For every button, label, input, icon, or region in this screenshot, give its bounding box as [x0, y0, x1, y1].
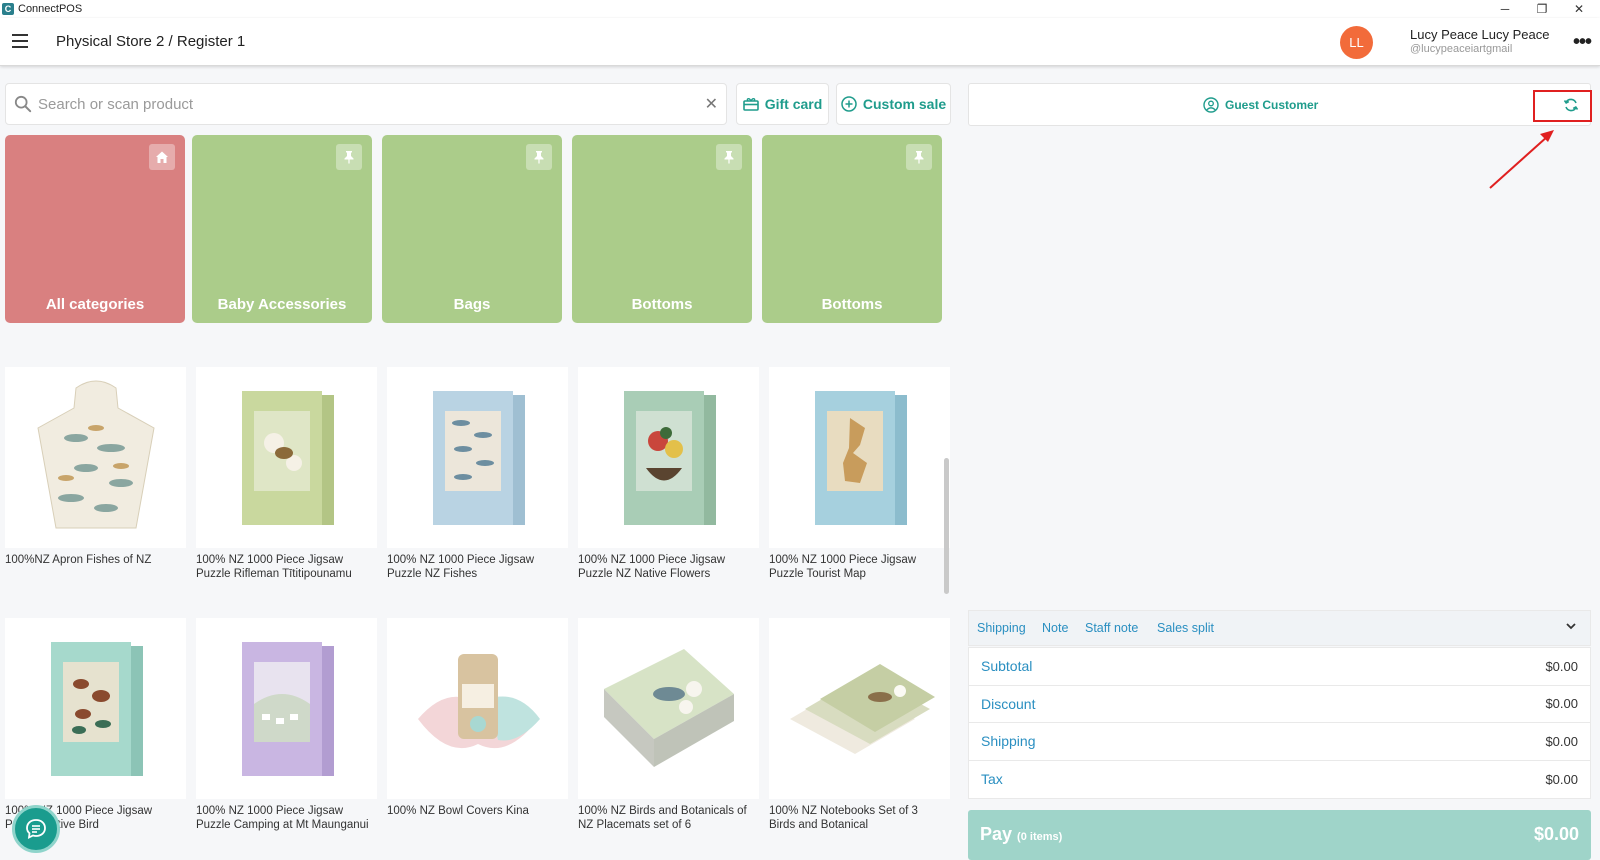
search-icon: [14, 95, 32, 113]
category-label: Bags: [453, 296, 491, 313]
cart-options-bar: Shipping Note Staff note Sales split: [968, 610, 1591, 646]
product-list-scrollbar[interactable]: [944, 458, 949, 594]
discount-label[interactable]: Discount: [981, 696, 1035, 712]
product-image: [578, 367, 759, 548]
product-name: 100% NZ 1000 Piece Jigsaw Puzzle NZ Nati…: [578, 554, 726, 580]
page-title: Physical Store 2 / Register 1: [56, 33, 246, 50]
pay-button[interactable]: Pay (0 items) $0.00: [968, 810, 1591, 860]
minimize-button[interactable]: ─: [1487, 0, 1523, 18]
product-card[interactable]: 100% NZ 1000 Piece Jigsaw Puzzle Native …: [5, 618, 186, 832]
product-name: 100%NZ Apron Fishes of NZ: [5, 554, 152, 566]
product-image: [769, 618, 950, 799]
close-window-button[interactable]: ✕: [1561, 0, 1597, 18]
product-card[interactable]: 100% NZ 1000 Piece Jigsaw Puzzle Riflema…: [196, 367, 377, 581]
chat-bubble-icon: [26, 819, 46, 840]
restore-button[interactable]: ❐: [1524, 0, 1560, 18]
chevron-down-icon[interactable]: [1564, 619, 1578, 633]
pay-label: Pay (0 items): [980, 824, 1063, 844]
chat-support-button[interactable]: [12, 805, 60, 853]
guest-customer-button[interactable]: Guest Customer: [1203, 97, 1318, 113]
product-name: 100% NZ Notebooks Set of 3 Birds and Bot…: [769, 805, 918, 831]
pay-total: $0.00: [1533, 824, 1579, 844]
product-card[interactable]: 100% NZ 1000 Piece Jigsaw Puzzle Camping…: [196, 618, 377, 832]
category-label: Baby Accessories: [217, 296, 347, 313]
product-image: [769, 367, 950, 548]
product-card[interactable]: 100% NZ 1000 Piece Jigsaw Puzzle NZ Fish…: [387, 367, 568, 581]
shipping-label[interactable]: Shipping: [981, 733, 1036, 749]
subtotal-value: $0.00: [1545, 658, 1578, 674]
tab-shipping[interactable]: Shipping: [977, 621, 1026, 635]
product-card[interactable]: 100% NZ Notebooks Set of 3 Birds and Bot…: [769, 618, 950, 832]
tab-staff-note[interactable]: Staff note: [1085, 621, 1138, 635]
shipping-row[interactable]: Shipping $0.00: [969, 723, 1590, 761]
category-label: Bottoms: [631, 296, 693, 313]
app-logo-icon: C: [2, 3, 14, 15]
guest-customer-label: Guest Customer: [1225, 98, 1319, 112]
product-card[interactable]: 100%NZ Apron Fishes of NZ: [5, 367, 186, 567]
plus-circle-icon: [841, 96, 857, 112]
product-name: 100% NZ Birds and Botanicals of NZ Place…: [578, 805, 747, 831]
product-name: 100% NZ 1000 Piece Jigsaw Puzzle Camping…: [196, 805, 369, 831]
home-icon: [149, 144, 175, 170]
product-image: [387, 367, 568, 548]
product-card[interactable]: 100% NZ Birds and Botanicals of NZ Place…: [578, 618, 759, 832]
window-title: ConnectPOS: [18, 3, 83, 15]
product-name: 100% NZ 1000 Piece Jigsaw Puzzle Tourist…: [769, 554, 917, 580]
shipping-value: $0.00: [1545, 733, 1578, 749]
app-header: Physical Store 2 / Register 1 LL Lucy Pe…: [0, 18, 1600, 66]
menu-icon[interactable]: [12, 34, 28, 48]
annotation-arrow: [1489, 130, 1554, 189]
product-image: [387, 618, 568, 799]
clear-search-icon[interactable]: ✕: [705, 94, 718, 114]
discount-row[interactable]: Discount $0.00: [969, 686, 1590, 723]
pin-icon[interactable]: [906, 144, 932, 170]
tab-note[interactable]: Note: [1042, 621, 1068, 635]
gift-icon: [742, 98, 759, 111]
more-options-icon[interactable]: •••: [1573, 31, 1592, 54]
tax-row: Tax $0.00: [969, 761, 1590, 799]
category-bottoms-2[interactable]: Bottoms: [762, 135, 942, 323]
category-bottoms[interactable]: Bottoms: [572, 135, 752, 323]
category-baby-accessories[interactable]: Baby Accessories: [192, 135, 372, 323]
subtotal-row: Subtotal $0.00: [969, 648, 1590, 686]
product-card[interactable]: 100% NZ 1000 Piece Jigsaw Puzzle Tourist…: [769, 367, 950, 581]
product-image: [196, 367, 377, 548]
category-bags[interactable]: Bags: [382, 135, 562, 323]
tab-sales-split[interactable]: Sales split: [1157, 621, 1214, 635]
product-search: ✕: [5, 83, 727, 125]
tax-label: Tax: [981, 771, 1003, 788]
pay-item-count: (0 items): [1017, 831, 1063, 843]
gift-card-button[interactable]: Gift card: [736, 83, 829, 125]
user-name: Lucy Peace Lucy Peace: [1410, 27, 1550, 42]
gift-card-label: Gift card: [764, 96, 823, 112]
discount-value: $0.00: [1545, 696, 1578, 712]
product-image: [5, 367, 186, 548]
tax-value: $0.00: [1545, 771, 1578, 787]
pin-icon[interactable]: [716, 144, 742, 170]
product-name: 100% NZ Bowl Covers Kina: [387, 805, 529, 817]
cart-totals: Subtotal $0.00 Discount $0.00 Shipping $…: [968, 647, 1591, 799]
custom-sale-button[interactable]: Custom sale: [836, 83, 951, 125]
product-name: 100% NZ 1000 Piece Jigsaw Puzzle Riflema…: [196, 554, 352, 580]
user-circle-icon: [1203, 97, 1219, 113]
custom-sale-label: Custom sale: [862, 96, 947, 112]
window-titlebar: C ConnectPOS ─ ❐ ✕: [0, 0, 1600, 18]
product-card[interactable]: 100% NZ 1000 Piece Jigsaw Puzzle NZ Nati…: [578, 367, 759, 581]
refresh-icon[interactable]: [1563, 97, 1579, 113]
category-all-categories[interactable]: All categories: [5, 135, 185, 323]
category-label: Bottoms: [821, 296, 883, 313]
pin-icon[interactable]: [526, 144, 552, 170]
avatar[interactable]: LL: [1340, 26, 1373, 59]
product-image: [5, 618, 186, 799]
customer-bar: Guest Customer: [968, 83, 1591, 126]
search-input[interactable]: [38, 92, 678, 116]
product-image: [578, 618, 759, 799]
product-image: [196, 618, 377, 799]
user-handle: @lucypeaceiartgmail: [1410, 43, 1513, 55]
product-card[interactable]: 100% NZ Bowl Covers Kina: [387, 618, 568, 818]
pin-icon[interactable]: [336, 144, 362, 170]
category-label: All categories: [45, 296, 145, 313]
subtotal-label: Subtotal: [981, 658, 1033, 675]
product-name: 100% NZ 1000 Piece Jigsaw Puzzle NZ Fish…: [387, 554, 535, 580]
